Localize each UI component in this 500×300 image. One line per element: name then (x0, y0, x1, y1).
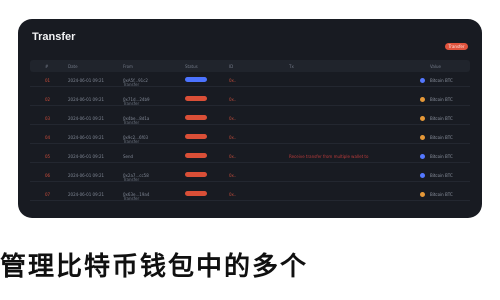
header-from: From (123, 64, 133, 69)
row-value: Bitcoin BTC (430, 173, 453, 178)
transfer-button-label: Transfer (448, 44, 465, 49)
row-rank: 03 (45, 116, 51, 121)
row-date: 2024-06-01 09:21 (68, 192, 105, 197)
header-rank: # (45, 64, 49, 69)
row-rank: 02 (45, 97, 51, 102)
table-row[interactable]: 01 2024-06-01 09:21 0xA5f...91c2 Transfe… (30, 73, 470, 87)
row-id: 0x.. (229, 97, 237, 102)
row-id: 0x.. (229, 154, 237, 159)
header-id: ID (229, 64, 234, 69)
row-id: 0x.. (229, 78, 237, 83)
table-row[interactable]: 05 2024-06-01 09:21 Send 0x.. Receive tr… (30, 149, 470, 163)
coin-icon (420, 154, 425, 159)
table-row[interactable]: 06 2024-06-01 09:21 0x2a7...cc58 Transfe… (30, 168, 470, 182)
coin-icon (420, 97, 425, 102)
row-rank: 05 (45, 154, 51, 159)
row-value: Bitcoin BTC (430, 154, 453, 159)
row-rank: 04 (45, 135, 51, 140)
status-badge (185, 115, 207, 120)
coin-icon (420, 173, 425, 178)
row-tx: Receive transfer from multiple wallet to (289, 154, 369, 159)
header-status: Status (185, 64, 198, 69)
status-badge (185, 77, 207, 82)
row-id: 0x.. (229, 192, 237, 197)
row-date: 2024-06-01 09:21 (68, 135, 105, 140)
row-type: Transfer (123, 177, 140, 182)
row-value: Bitcoin BTC (430, 116, 453, 121)
row-date: 2024-06-01 09:21 (68, 97, 105, 102)
row-value: Bitcoin BTC (430, 97, 453, 102)
row-id: 0x.. (229, 135, 237, 140)
row-type: Transfer (123, 101, 140, 106)
row-rank: 01 (45, 78, 51, 83)
table-row[interactable]: 04 2024-06-01 09:21 0x9c2...6f03 Transfe… (30, 130, 470, 144)
coin-icon (420, 116, 425, 121)
row-id: 0x.. (229, 173, 237, 178)
row-value: Bitcoin BTC (430, 192, 453, 197)
table-row[interactable]: 02 2024-06-01 09:21 0x71d...24b9 Transfe… (30, 92, 470, 106)
transfer-button[interactable]: Transfer (445, 43, 468, 50)
row-rank: 07 (45, 192, 51, 197)
coin-icon (420, 135, 425, 140)
row-date: 2024-06-01 09:21 (68, 116, 105, 121)
status-badge (185, 96, 207, 101)
header-date: Date (68, 64, 78, 69)
row-type: Transfer (123, 120, 140, 125)
row-type: Transfer (123, 139, 140, 144)
bottom-banner: 管理比特币钱包中的多个 (0, 252, 309, 282)
status-badge (185, 172, 207, 177)
status-badge (185, 191, 207, 196)
row-type: Transfer (123, 196, 140, 201)
window-title: Transfer (32, 31, 76, 43)
header-value: Value (430, 64, 441, 69)
row-date: 2024-06-01 09:21 (68, 154, 105, 159)
table-row[interactable]: 07 2024-06-01 09:21 0x63e...19a4 Transfe… (30, 187, 470, 201)
header-tx: Tx (289, 64, 294, 69)
transactions-table: # Date From Status ID Tx Value 01 2024-0… (30, 60, 470, 210)
row-date: 2024-06-01 09:21 (68, 78, 105, 83)
row-from: Send (123, 154, 134, 159)
coin-icon (420, 192, 425, 197)
row-value: Bitcoin BTC (430, 135, 453, 140)
transfer-window: Transfer Transfer # Date From Status ID … (18, 19, 482, 218)
status-badge (185, 134, 207, 139)
table-header: # Date From Status ID Tx Value (30, 60, 470, 72)
row-id: 0x.. (229, 116, 237, 121)
row-date: 2024-06-01 09:21 (68, 173, 105, 178)
row-type: Transfer (123, 82, 140, 87)
coin-icon (420, 78, 425, 83)
status-badge (185, 153, 207, 158)
table-row[interactable]: 03 2024-06-01 09:21 0x4be...8d1a Transfe… (30, 111, 470, 125)
row-rank: 06 (45, 173, 51, 178)
row-value: Bitcoin BTC (430, 78, 453, 83)
